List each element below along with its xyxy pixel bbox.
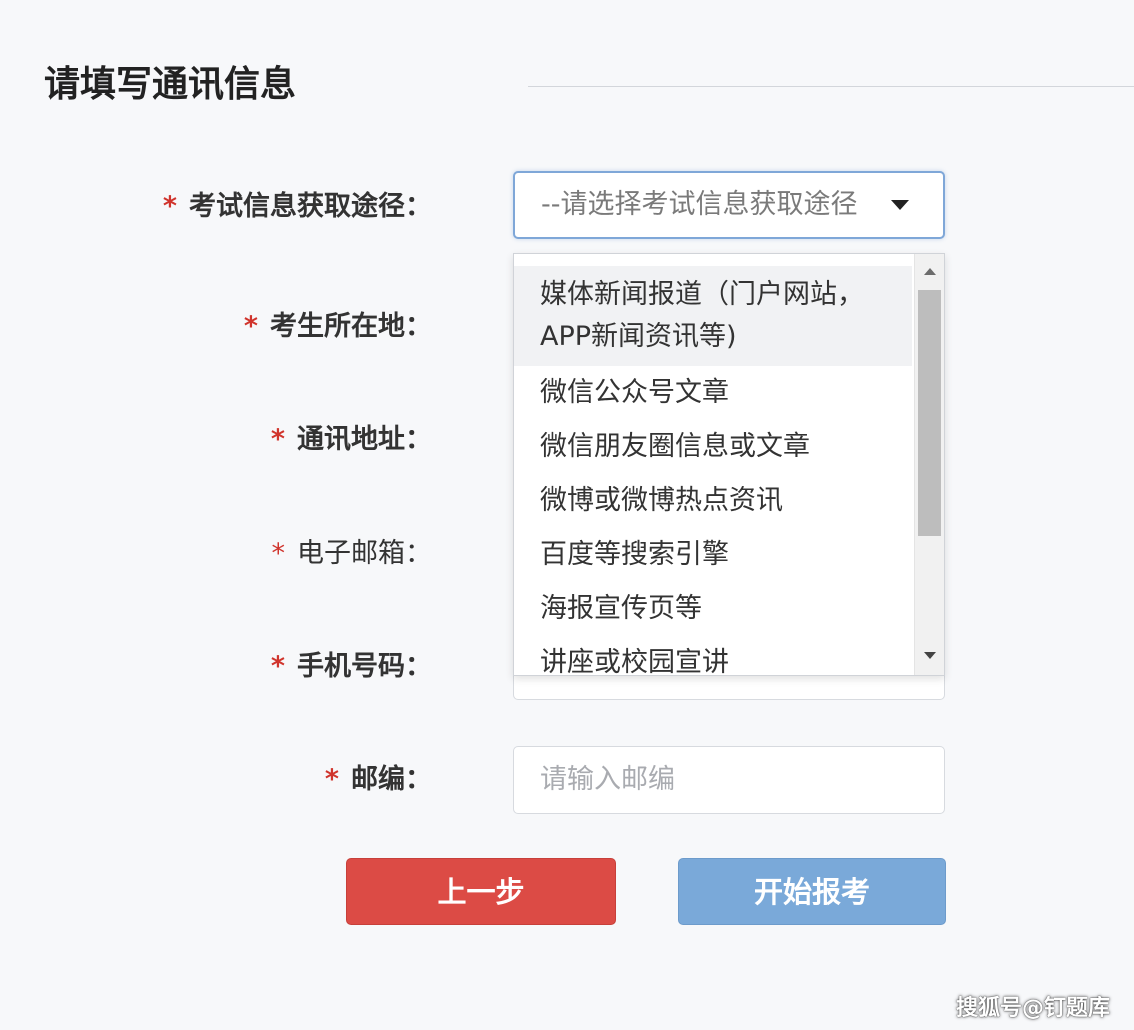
- phone-label-text: 手机号码：: [297, 651, 432, 682]
- phone-label: * 手机号码：: [271, 647, 432, 687]
- dropdown-option[interactable]: 海报宣传页等: [514, 582, 912, 636]
- dropdown-option[interactable]: 媒体新闻报道（门户网站，APP新闻资讯等): [514, 266, 912, 366]
- required-mark: *: [270, 424, 285, 455]
- postcode-input[interactable]: 请输入邮编: [513, 746, 945, 814]
- dropdown-option[interactable]: 微信公众号文章: [514, 366, 912, 420]
- dropdown-option[interactable]: 讲座或校园宣讲: [514, 636, 912, 675]
- required-mark: *: [243, 311, 258, 342]
- scrollbar-thumb[interactable]: [918, 290, 941, 536]
- postcode-label-text: 邮编：: [351, 764, 432, 795]
- watermark: 搜狐号@钉题库: [955, 996, 1110, 1021]
- dropdown-scrollbar[interactable]: [914, 254, 944, 675]
- chevron-down-icon: [891, 200, 909, 210]
- postcode-label: * 邮编：: [325, 760, 432, 800]
- required-mark: *: [324, 764, 339, 795]
- page-title: 请填写通讯信息: [44, 64, 297, 105]
- info-source-select[interactable]: --请选择考试信息获取途径: [513, 171, 945, 239]
- address-label: * 通讯地址：: [271, 420, 432, 460]
- address-label-text: 通讯地址：: [297, 424, 432, 455]
- location-label-text: 考生所在地：: [270, 311, 432, 342]
- dropdown-option[interactable]: 微信朋友圈信息或文章: [514, 420, 912, 474]
- prev-step-button[interactable]: 上一步: [346, 858, 616, 925]
- info-source-dropdown[interactable]: 媒体新闻报道（门户网站，APP新闻资讯等) 微信公众号文章 微信朋友圈信息或文章…: [513, 253, 945, 676]
- dropdown-option[interactable]: 微博或微博热点资讯: [514, 474, 912, 528]
- start-registration-button[interactable]: 开始报考: [678, 858, 946, 925]
- dropdown-option-list: 媒体新闻报道（门户网站，APP新闻资讯等) 微信公众号文章 微信朋友圈信息或文章…: [514, 266, 912, 675]
- info-source-select-value: --请选择考试信息获取途径: [541, 189, 858, 220]
- scroll-up-icon[interactable]: [924, 268, 936, 275]
- title-divider: [528, 86, 1134, 87]
- email-label: * 电子邮箱：: [272, 534, 433, 574]
- scroll-down-icon[interactable]: [924, 652, 936, 659]
- postcode-placeholder: 请输入邮编: [540, 764, 675, 795]
- info-source-label-text: 考试信息获取途径：: [189, 191, 432, 222]
- location-label: * 考生所在地：: [244, 307, 432, 347]
- required-mark: *: [162, 191, 177, 222]
- required-mark: *: [271, 538, 286, 569]
- dropdown-option[interactable]: 百度等搜索引擎: [514, 528, 912, 582]
- info-source-label: * 考试信息获取途径：: [163, 187, 432, 227]
- required-mark: *: [270, 651, 285, 682]
- email-label-text: 电子邮箱：: [297, 538, 432, 569]
